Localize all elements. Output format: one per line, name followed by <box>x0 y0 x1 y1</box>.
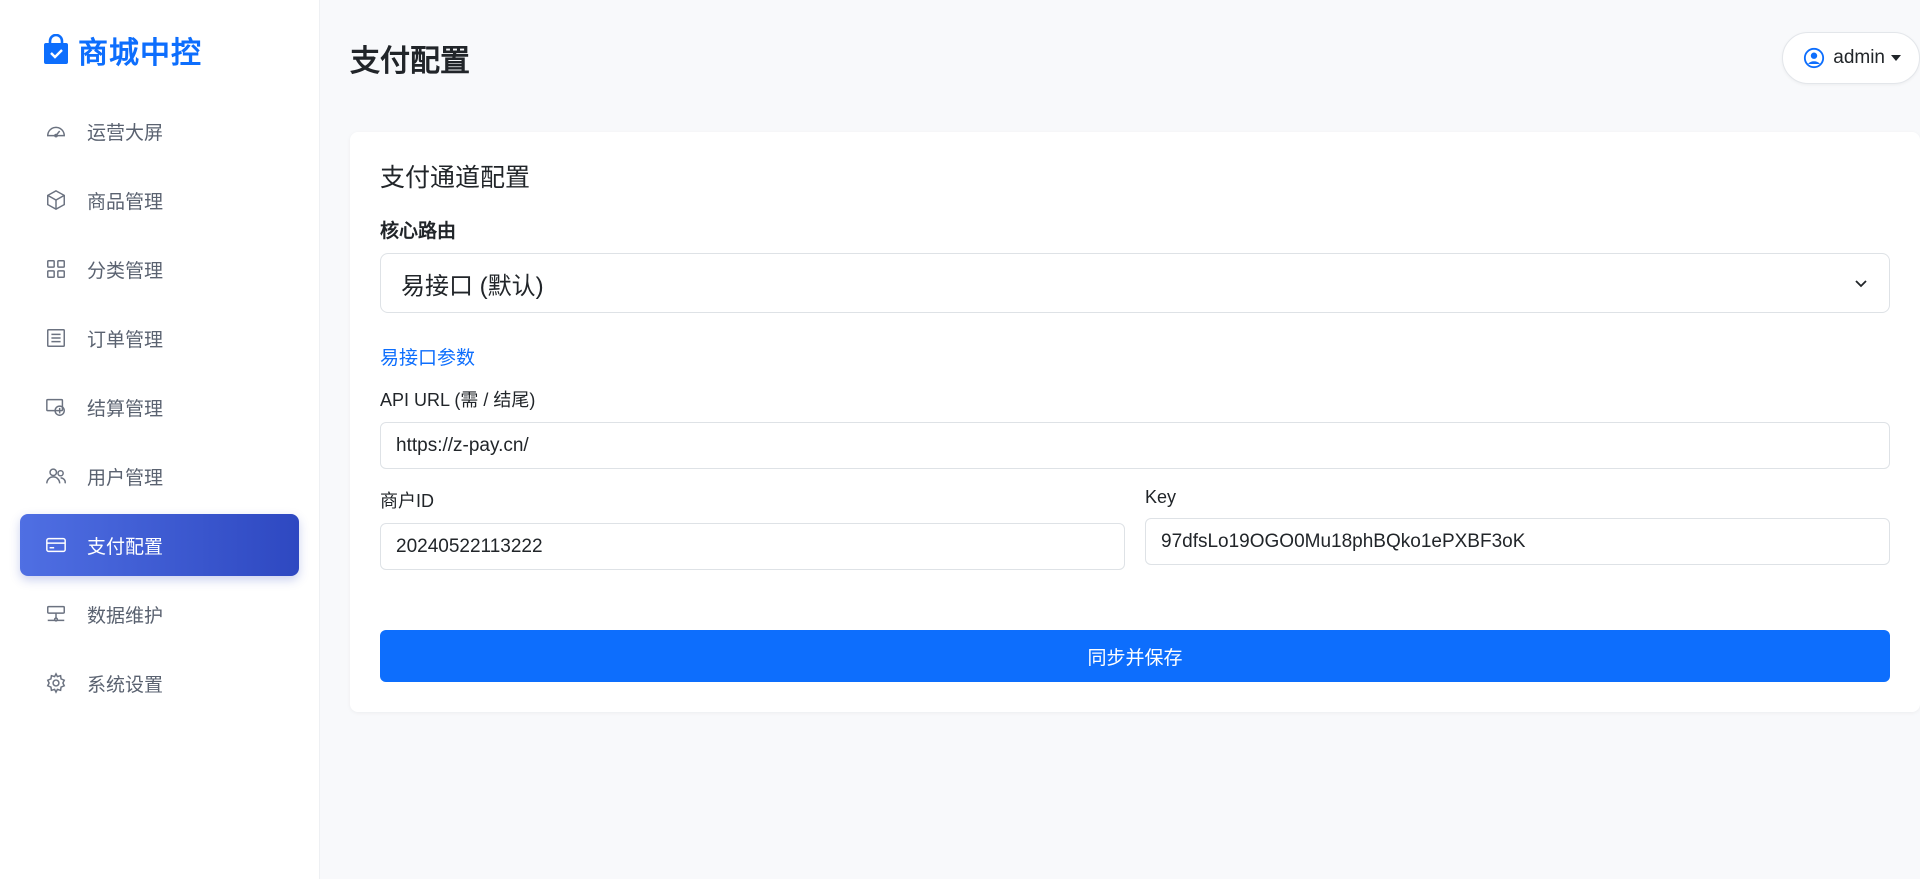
sidebar: 商城中控 运营大屏 商品管理 分类管理 订单管理 结算管理 用户管理 支付配置 … <box>0 0 320 879</box>
section-link-params[interactable]: 易接口参数 <box>380 343 1890 370</box>
key-input[interactable]: 97dfsLo19OGO0Mu18phBQko1ePXBF3oK <box>1145 518 1890 565</box>
brand-name: 商城中控 <box>78 37 202 70</box>
grid-icon <box>44 257 68 281</box>
payment-config-card: 支付通道配置 核心路由 易接口 (默认) 易接口参数 API URL (需 / … <box>350 132 1920 712</box>
api-url-label: API URL (需 / 结尾) <box>380 390 536 410</box>
chevron-down-icon <box>1855 280 1867 288</box>
username: admin <box>1833 47 1885 68</box>
sidebar-item-label: 数据维护 <box>87 605 164 627</box>
user-menu-button[interactable]: admin <box>1782 32 1920 84</box>
card-title: 支付通道配置 <box>380 164 531 192</box>
credit-card-icon <box>44 533 68 557</box>
gauge-icon <box>44 119 68 143</box>
main-content: 支付配置 admin 支付通道配置 核心路由 易接口 (默认) 易接口参数 AP… <box>320 0 1920 879</box>
gear-icon <box>44 671 68 695</box>
user-circle-icon <box>1804 47 1825 69</box>
route-label: 核心路由 <box>380 221 457 242</box>
page-title: 支付配置 <box>350 45 470 78</box>
save-button[interactable]: 同步并保存 <box>380 630 1890 682</box>
sidebar-item-categories[interactable]: 分类管理 <box>20 238 299 300</box>
cash-icon <box>44 395 68 419</box>
key-label: Key <box>1145 487 1177 507</box>
box-icon <box>44 188 68 212</box>
sidebar-item-settlement[interactable]: 结算管理 <box>20 376 299 438</box>
hdd-network-icon <box>44 602 68 626</box>
sidebar-item-orders[interactable]: 订单管理 <box>20 307 299 369</box>
merchant-col: 商户ID 20240522113222 <box>380 487 1125 570</box>
merchant-id-label: 商户ID <box>380 491 434 511</box>
sidebar-nav: 运营大屏 商品管理 分类管理 订单管理 结算管理 用户管理 支付配置 数据维护 … <box>20 100 299 714</box>
sidebar-item-label: 结算管理 <box>87 398 164 420</box>
caret-down-icon <box>1891 55 1901 61</box>
route-select-value: 易接口 (默认) <box>401 272 544 300</box>
key-col: Key 97dfsLo19OGO0Mu18phBQko1ePXBF3oK <box>1145 487 1890 570</box>
sidebar-item-dashboard[interactable]: 运营大屏 <box>20 100 299 162</box>
sidebar-item-products[interactable]: 商品管理 <box>20 169 299 231</box>
sidebar-item-label: 分类管理 <box>87 260 164 282</box>
sidebar-item-label: 用户管理 <box>87 467 164 489</box>
sidebar-item-settings[interactable]: 系统设置 <box>20 652 299 714</box>
topbar: 支付配置 admin <box>350 0 1920 132</box>
sidebar-item-label: 订单管理 <box>87 329 164 351</box>
list-icon <box>44 326 68 350</box>
sidebar-item-label: 支付配置 <box>87 536 164 558</box>
api-url-input[interactable]: https://z-pay.cn/ <box>380 422 1890 469</box>
route-select[interactable]: 易接口 (默认) <box>380 253 1890 313</box>
sidebar-item-payment[interactable]: 支付配置 <box>20 514 299 576</box>
sidebar-item-label: 系统设置 <box>87 674 164 696</box>
users-icon <box>44 464 68 488</box>
shopping-bag-icon <box>44 34 68 64</box>
credentials-row: 商户ID 20240522113222 Key 97dfsLo19OGO0Mu1… <box>380 487 1890 570</box>
merchant-id-input[interactable]: 20240522113222 <box>380 523 1125 570</box>
sidebar-item-label: 运营大屏 <box>87 122 164 144</box>
sidebar-item-label: 商品管理 <box>87 191 164 213</box>
sidebar-item-data[interactable]: 数据维护 <box>20 583 299 645</box>
brand[interactable]: 商城中控 <box>20 0 299 100</box>
sidebar-item-users[interactable]: 用户管理 <box>20 445 299 507</box>
